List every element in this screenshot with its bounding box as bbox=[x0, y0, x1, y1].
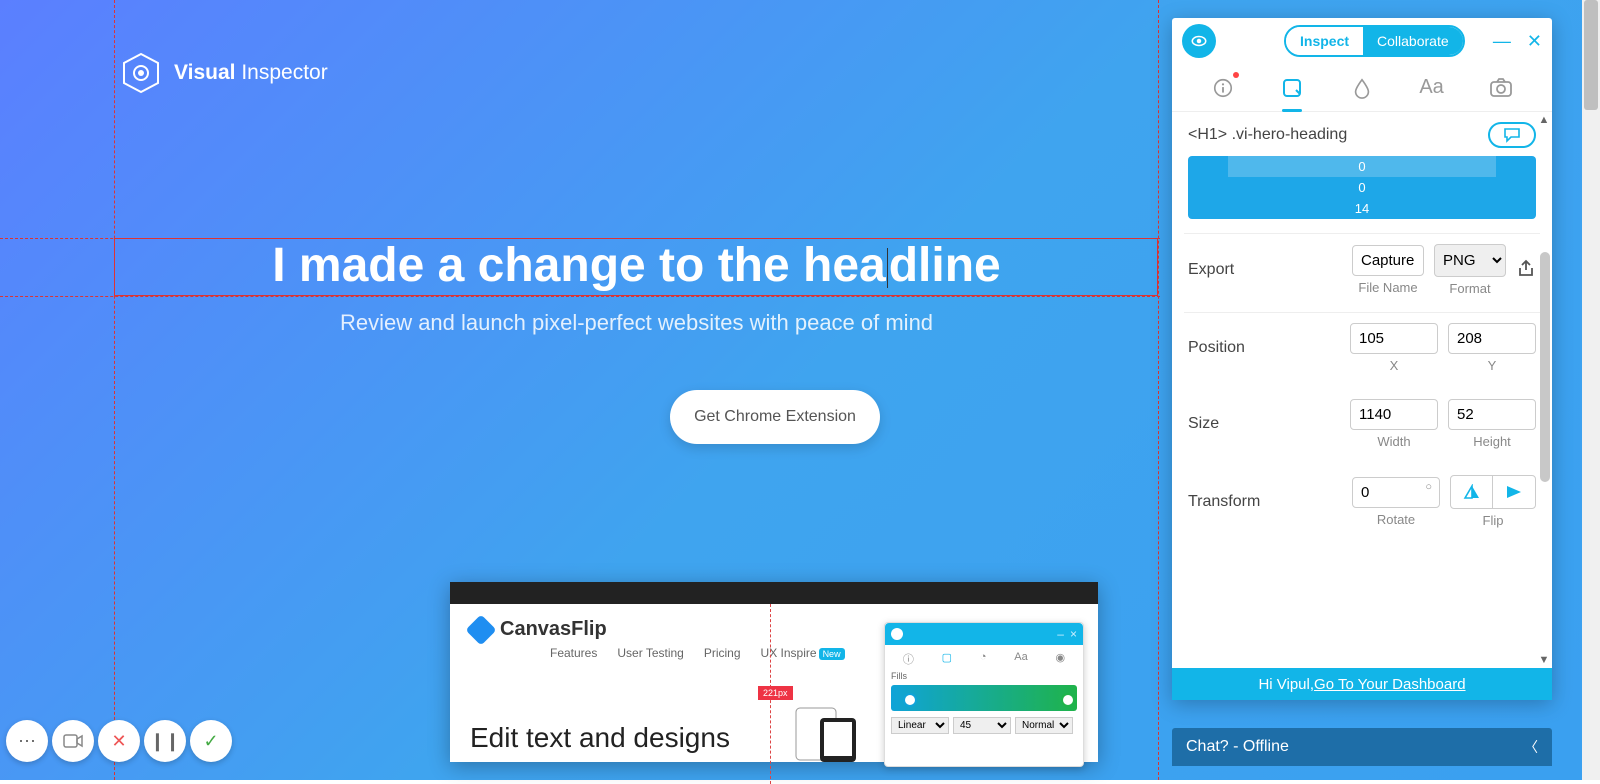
guide-vertical-right bbox=[1158, 0, 1159, 780]
gradient-bar bbox=[891, 685, 1077, 711]
inspector-panel: Inspect Collaborate — ✕ Aa ▲ ▼ <H1> .vi-… bbox=[1172, 18, 1552, 700]
brand-logo[interactable]: Visual Inspector bbox=[120, 52, 328, 94]
guide-vertical-left bbox=[114, 0, 115, 780]
transform-label: Transform bbox=[1188, 493, 1268, 511]
position-label: Position bbox=[1188, 339, 1268, 357]
hero-subtitle: Review and launch pixel-perfect websites… bbox=[114, 310, 1159, 336]
inspector-header: Inspect Collaborate — ✕ bbox=[1172, 18, 1552, 64]
preview-select-blend[interactable]: Normal bbox=[1015, 717, 1073, 734]
comment-button[interactable] bbox=[1488, 122, 1536, 148]
position-x-input[interactable] bbox=[1350, 323, 1438, 354]
scroll-down-arrow[interactable]: ▼ bbox=[1538, 654, 1550, 666]
box-model-diagram: 0 0 14 bbox=[1188, 156, 1536, 219]
canvasflip-icon bbox=[465, 614, 496, 645]
cancel-button[interactable]: ✕ bbox=[98, 720, 140, 762]
page-scrollbar[interactable] bbox=[1582, 0, 1600, 780]
flip-buttons bbox=[1450, 475, 1536, 509]
tab-info[interactable] bbox=[1209, 74, 1237, 102]
inspector-tabs: Aa bbox=[1172, 64, 1552, 112]
selected-element-label: <H1> .vi-hero-heading bbox=[1188, 126, 1347, 144]
more-button[interactable]: ⋯ bbox=[6, 720, 48, 762]
close-button[interactable]: ✕ bbox=[1527, 31, 1542, 52]
width-input[interactable] bbox=[1350, 399, 1438, 430]
tab-typography[interactable]: Aa bbox=[1418, 74, 1446, 102]
chevron-up-icon: 〈 bbox=[1524, 737, 1538, 757]
position-y-input[interactable] bbox=[1448, 323, 1536, 354]
scroll-thumb[interactable] bbox=[1540, 252, 1550, 482]
cta-button[interactable]: Get Chrome Extension bbox=[670, 390, 880, 444]
mode-collaborate[interactable]: Collaborate bbox=[1363, 27, 1463, 55]
flip-vertical-button[interactable] bbox=[1493, 476, 1535, 508]
inspector-body: ▲ ▼ <H1> .vi-hero-heading 0 0 14 Export … bbox=[1172, 112, 1552, 668]
height-input[interactable] bbox=[1448, 399, 1536, 430]
preview-titlebar bbox=[450, 582, 1098, 604]
tab-layout[interactable] bbox=[1278, 74, 1306, 102]
demo-preview: CanvasFlip FeaturesUser TestingPricingUX… bbox=[450, 582, 1098, 762]
dashboard-link[interactable]: Go To Your Dashboard bbox=[1314, 676, 1466, 693]
preview-heading: Edit text and designs bbox=[470, 722, 730, 754]
text-cursor bbox=[887, 248, 888, 288]
capture-input[interactable] bbox=[1352, 245, 1424, 276]
chat-label: Chat? - Offline bbox=[1186, 738, 1289, 756]
camera-button[interactable] bbox=[52, 720, 94, 762]
export-label: Export bbox=[1188, 261, 1268, 279]
device-illustration bbox=[790, 704, 860, 764]
tab-color[interactable] bbox=[1348, 74, 1376, 102]
hero-headline[interactable]: I made a change to the headline bbox=[114, 238, 1159, 293]
inspector-footer: Hi Vipul, Go To Your Dashboard bbox=[1172, 668, 1552, 700]
size-label: Size bbox=[1188, 415, 1268, 433]
preview-nav: FeaturesUser TestingPricingUX InspireNew bbox=[550, 646, 860, 660]
tab-screenshot[interactable] bbox=[1487, 74, 1515, 102]
brand-name: Visual Inspector bbox=[174, 61, 328, 85]
page-scroll-thumb[interactable] bbox=[1584, 0, 1598, 110]
pause-button[interactable]: ❙❙ bbox=[144, 720, 186, 762]
eye-hex-icon bbox=[120, 52, 162, 94]
preview-measure-badge: 221px bbox=[758, 686, 793, 700]
chat-widget[interactable]: Chat? - Offline 〈 bbox=[1172, 728, 1552, 766]
mode-inspect[interactable]: Inspect bbox=[1286, 27, 1363, 55]
inspector-logo-icon[interactable] bbox=[1182, 24, 1216, 58]
mini-eye-icon bbox=[891, 628, 903, 640]
recording-toolbar: ⋯ ✕ ❙❙ ✓ bbox=[6, 720, 232, 762]
preview-select-type[interactable]: Linear bbox=[891, 717, 949, 734]
confirm-button[interactable]: ✓ bbox=[190, 720, 232, 762]
scroll-up-arrow[interactable]: ▲ bbox=[1538, 114, 1550, 126]
minimize-button[interactable]: — bbox=[1493, 31, 1511, 52]
preview-mini-panel: –× ⓘ▢◔Aa◉ Fills Linear 45 Normal bbox=[884, 622, 1084, 767]
flip-horizontal-button[interactable] bbox=[1451, 476, 1493, 508]
share-icon[interactable] bbox=[1516, 258, 1536, 283]
mode-toggle[interactable]: Inspect Collaborate bbox=[1284, 25, 1465, 57]
guide-horizontal-bottom bbox=[0, 296, 1160, 297]
format-select[interactable]: PNG bbox=[1434, 244, 1506, 277]
notification-dot bbox=[1233, 72, 1239, 78]
preview-select-angle[interactable]: 45 bbox=[953, 717, 1011, 734]
